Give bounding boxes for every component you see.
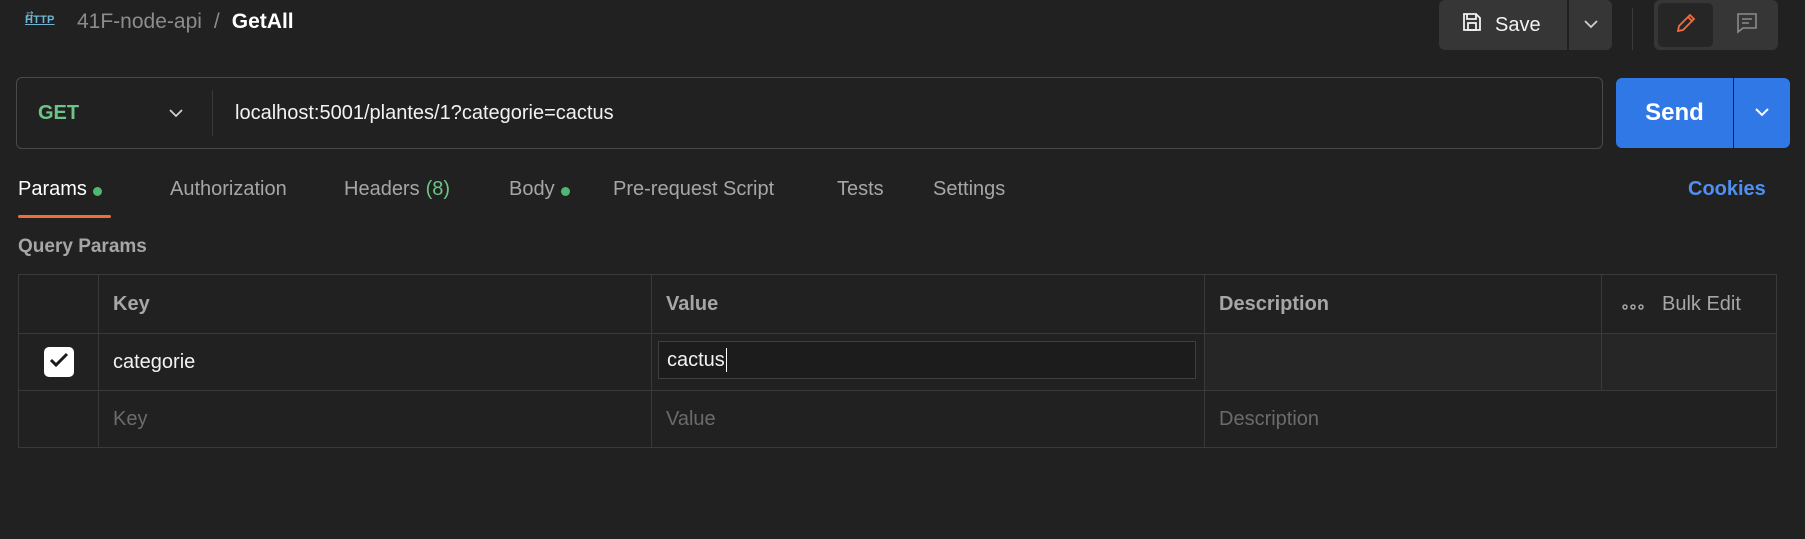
tab-label: Headers xyxy=(344,178,420,200)
breadcrumb-request-name[interactable]: GetAll xyxy=(232,10,294,34)
breadcrumb-separator: / xyxy=(213,10,220,33)
tab-label: Pre-request Script xyxy=(613,178,775,200)
more-options-icon[interactable] xyxy=(1622,293,1644,316)
tab-body[interactable]: Body xyxy=(509,174,579,218)
header-cell-description: Description xyxy=(1205,275,1602,333)
param-value-input[interactable]: cactus xyxy=(658,341,1196,379)
new-description-input[interactable]: Description xyxy=(1205,391,1602,447)
tab-settings[interactable]: Settings xyxy=(933,174,1015,218)
tab-params[interactable]: Params xyxy=(18,174,111,218)
param-checkbox[interactable] xyxy=(43,347,74,377)
save-button[interactable]: Save xyxy=(1439,0,1567,50)
url-bar: GET localhost:5001/plantes/1?categorie=c… xyxy=(16,77,1603,149)
tab-headers[interactable]: Headers (8) xyxy=(344,174,467,218)
chevron-down-icon xyxy=(168,105,184,123)
tab-label: Settings xyxy=(933,178,1006,200)
tab-label: Tests xyxy=(837,178,884,200)
header-divider xyxy=(1632,8,1633,50)
http-icon: ⇄ HTTP xyxy=(25,9,55,27)
tab-tests[interactable]: Tests xyxy=(837,174,891,218)
save-icon xyxy=(1461,11,1483,39)
text-cursor xyxy=(725,348,727,372)
tab-authorization[interactable]: Authorization xyxy=(170,174,304,218)
row-check-cell xyxy=(19,391,99,447)
url-input[interactable]: localhost:5001/plantes/1?categorie=cactu… xyxy=(213,78,1602,148)
method-label: GET xyxy=(38,101,80,124)
param-key-cell[interactable]: categorie xyxy=(99,334,652,390)
headers-count: (8) xyxy=(425,178,451,200)
save-group: Save xyxy=(1439,0,1612,50)
save-label: Save xyxy=(1495,13,1541,36)
send-button[interactable]: Send xyxy=(1616,78,1733,148)
query-params-table: Key Value Description Bulk Edit categori… xyxy=(18,274,1777,448)
send-group: Send xyxy=(1616,78,1790,148)
edit-mode-button[interactable] xyxy=(1658,3,1713,47)
header-cell-actions: Bulk Edit xyxy=(1602,275,1776,333)
comments-button[interactable] xyxy=(1719,3,1774,47)
breadcrumb-collection[interactable]: 41F-node-api xyxy=(77,10,202,34)
table-header-row: Key Value Description Bulk Edit xyxy=(19,275,1776,334)
tab-label: Authorization xyxy=(170,178,287,200)
status-dot xyxy=(92,187,102,196)
save-options-button[interactable] xyxy=(1569,0,1612,50)
request-tabs: Params Authorization Headers (8) Body Pr… xyxy=(18,174,1015,218)
chevron-down-icon xyxy=(1583,16,1599,34)
header-cell-check xyxy=(19,275,99,333)
param-description-cell[interactable] xyxy=(1205,334,1602,390)
pencil-icon xyxy=(1674,11,1698,40)
new-value-input[interactable]: Value xyxy=(652,391,1205,447)
param-value-cell[interactable]: cactus xyxy=(652,334,1205,390)
header-cell-key: Key xyxy=(99,275,652,333)
comment-icon xyxy=(1735,11,1759,40)
row-check-cell xyxy=(19,334,99,390)
cookies-link[interactable]: Cookies xyxy=(1688,178,1766,201)
tab-label: Body xyxy=(509,178,555,200)
breadcrumb: 41F-node-api / GetAll xyxy=(77,9,294,35)
chevron-down-icon xyxy=(1754,104,1770,122)
section-title: Query Params xyxy=(18,236,147,257)
param-actions-cell xyxy=(1602,334,1776,390)
table-row-empty: Key Value Description xyxy=(19,391,1776,447)
view-mode-toggle xyxy=(1654,0,1778,50)
new-key-input[interactable]: Key xyxy=(99,391,652,447)
header-cell-value: Value xyxy=(652,275,1205,333)
checkmark-icon xyxy=(49,351,69,374)
method-select[interactable]: GET xyxy=(17,78,212,148)
tab-pre-request-script[interactable]: Pre-request Script xyxy=(613,174,795,218)
bulk-edit-button[interactable]: Bulk Edit xyxy=(1662,293,1741,316)
table-row: categorie cactus xyxy=(19,334,1776,391)
request-header: ⇄ HTTP 41F-node-api / GetAll Save xyxy=(0,0,1805,60)
status-dot xyxy=(560,187,570,196)
send-options-button[interactable] xyxy=(1734,78,1790,148)
param-value-text: cactus xyxy=(667,348,725,371)
tab-label: Params xyxy=(18,178,87,200)
